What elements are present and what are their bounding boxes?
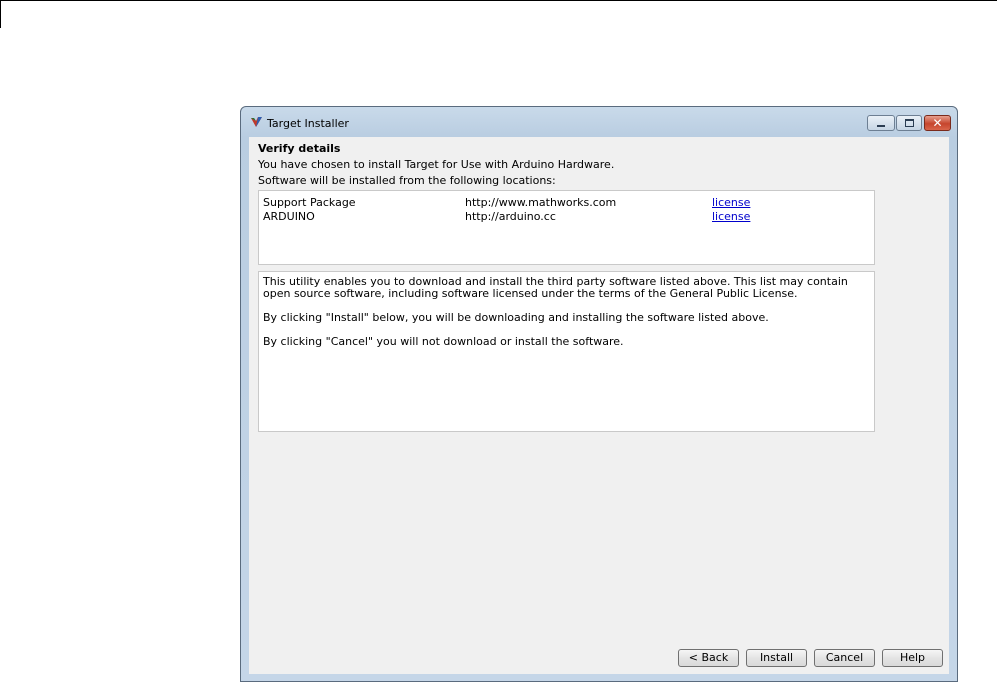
locations-intro-text: Software will be installed from the foll… [258, 174, 556, 187]
notice-paragraph: This utility enables you to download and… [263, 275, 848, 300]
target-installer-icon [251, 117, 262, 127]
notice-paragraph: By clicking "Cancel" you will not downlo… [263, 335, 624, 348]
dialog-content: Verify details You have chosen to instal… [249, 137, 949, 674]
notice-paragraph: By clicking "Install" below, you will be… [263, 311, 769, 324]
installer-window: Target Installer ✕ Verify details You ha… [240, 106, 958, 682]
maximize-button[interactable] [896, 115, 922, 131]
help-button[interactable]: Help [882, 649, 943, 667]
location-url: http://www.mathworks.com [465, 196, 617, 209]
page-left-rule [0, 0, 1, 28]
back-button[interactable]: < Back [678, 649, 739, 667]
page-heading: Verify details [258, 142, 341, 155]
license-link[interactable]: license [712, 196, 750, 209]
minimize-icon [877, 125, 885, 127]
locations-panel: Support Package http://www.mathworks.com… [258, 190, 875, 265]
location-url: http://arduino.cc [465, 210, 556, 223]
close-button[interactable]: ✕ [924, 115, 951, 131]
location-row: Support Package http://www.mathworks.com… [259, 196, 874, 210]
license-link[interactable]: license [712, 210, 750, 223]
close-icon: ✕ [932, 116, 943, 130]
window-title: Target Installer [267, 117, 349, 130]
location-row: ARDUINO http://arduino.cc license [259, 210, 874, 224]
minimize-button[interactable] [867, 115, 895, 131]
location-name: ARDUINO [263, 210, 315, 223]
cancel-button[interactable]: Cancel [814, 649, 875, 667]
intro-text: You have chosen to install Target for Us… [258, 158, 615, 171]
install-button[interactable]: Install [746, 649, 807, 667]
maximize-icon [904, 119, 914, 127]
license-notice-panel: This utility enables you to download and… [258, 271, 875, 432]
title-bar[interactable]: Target Installer ✕ [241, 107, 957, 137]
location-name: Support Package [263, 196, 356, 209]
page-top-rule [0, 0, 997, 1]
